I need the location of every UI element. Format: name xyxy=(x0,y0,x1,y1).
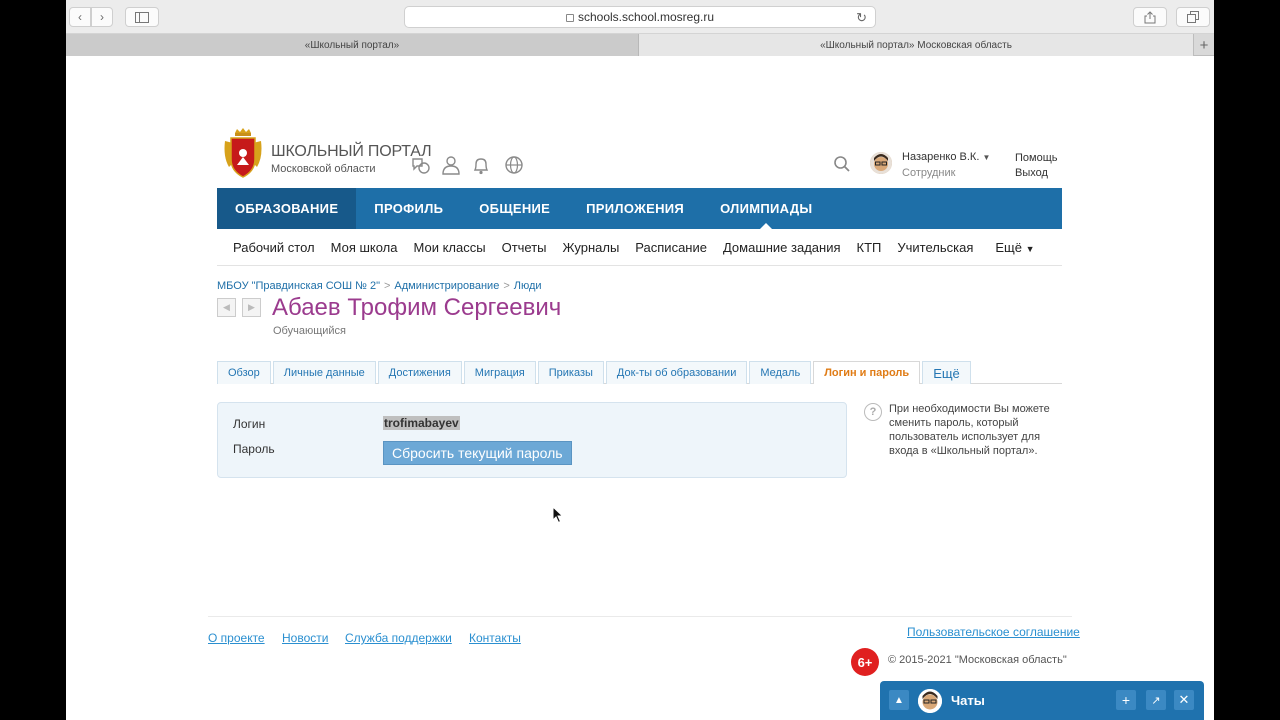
brand-subtitle: Московской области xyxy=(271,163,376,175)
breadcrumb-admin[interactable]: Администрирование xyxy=(394,280,499,292)
url-text: schools.school.mosreg.ru xyxy=(577,10,715,24)
person-icon[interactable] xyxy=(440,154,462,176)
page-title: Абаев Трофим Сергеевич xyxy=(272,294,562,321)
brand-title[interactable]: ШКОЛЬНЫЙ ПОРТАЛ xyxy=(271,143,432,161)
arrow-left-icon: ◀ xyxy=(223,302,230,312)
subnav-more-dropdown[interactable]: Ещё ▼ xyxy=(995,240,1034,255)
chat-title: Чаты xyxy=(951,693,985,708)
logout-link[interactable]: Выход xyxy=(1015,167,1048,179)
browser-tab-active[interactable]: «Школьный портал» Московская область xyxy=(639,34,1193,56)
person-role: Обучающийся xyxy=(273,325,347,337)
user-role: Сотрудник xyxy=(902,167,956,179)
nav-communication[interactable]: ОБЩЕНИЕ xyxy=(461,188,568,229)
sidebar-icon xyxy=(135,11,149,23)
breadcrumb-separator: > xyxy=(383,280,391,292)
subnav-my-classes[interactable]: Мои классы xyxy=(414,240,486,255)
arrow-right-icon: ▶ xyxy=(248,302,255,312)
profile-tabs: Обзор Личные данные Достижения Миграция … xyxy=(217,361,1062,384)
help-hint: При необходимости Вы можете сменить паро… xyxy=(889,403,1050,457)
chevron-down-icon: ▼ xyxy=(982,153,991,162)
forward-button[interactable]: › xyxy=(91,7,113,27)
sub-nav: Рабочий стол Моя школа Мои классы Отчеты… xyxy=(217,229,1062,266)
footer-link-agreement[interactable]: Пользовательское соглашение xyxy=(907,625,1080,639)
share-icon xyxy=(1144,10,1156,23)
tab-medal[interactable]: Медаль xyxy=(749,361,812,384)
password-label: Пароль xyxy=(233,442,275,456)
browser-toolbar: ‹ › schools.school.mosreg.ru ↻ xyxy=(66,0,1214,34)
browser-window: ‹ › schools.school.mosreg.ru ↻ «Школьный… xyxy=(66,0,1214,720)
reload-icon[interactable]: ↻ xyxy=(856,10,867,26)
nav-olympiads[interactable]: ОЛИМПИАДЫ xyxy=(702,188,830,229)
browser-tabs: «Школьный портал» «Школьный портал» Моск… xyxy=(66,34,1214,56)
share-button[interactable] xyxy=(1133,7,1167,27)
back-button[interactable]: ‹ xyxy=(69,7,91,27)
user-name: Назаренко В.К. xyxy=(902,151,980,163)
login-password-panel: Логин trofimabayev Пароль Сбросить текущ… xyxy=(217,402,847,478)
chat-bubbles-icon[interactable] xyxy=(410,154,432,176)
subnav-schedule[interactable]: Расписание xyxy=(635,240,707,255)
bell-icon[interactable] xyxy=(470,154,492,176)
tab-orders[interactable]: Приказы xyxy=(537,361,604,384)
address-bar[interactable]: schools.school.mosreg.ru ↻ xyxy=(404,6,876,28)
tab-achievements[interactable]: Достижения xyxy=(377,361,462,384)
help-link[interactable]: Помощь xyxy=(1015,152,1058,164)
close-icon[interactable]: ✕ xyxy=(1174,690,1194,710)
subnav-reports[interactable]: Отчеты xyxy=(502,240,547,255)
login-label: Логин xyxy=(233,417,266,431)
sidebar-toggle-button[interactable] xyxy=(125,7,159,27)
tabs-icon xyxy=(1187,11,1199,23)
mouse-cursor-icon xyxy=(552,506,564,524)
subnav-my-school[interactable]: Моя школа xyxy=(331,240,398,255)
subnav-homework[interactable]: Домашние задания xyxy=(723,240,841,255)
moscow-region-emblem-logo[interactable] xyxy=(223,127,263,179)
new-tab-icon[interactable]: + xyxy=(1193,34,1214,56)
previous-person-button[interactable]: ◀ xyxy=(217,298,236,317)
tabs-overview-button[interactable] xyxy=(1176,7,1210,27)
browser-tab[interactable]: «Школьный портал» xyxy=(66,34,639,56)
breadcrumb-separator: > xyxy=(503,280,510,292)
footer-link-news[interactable]: Новости xyxy=(282,631,328,645)
footer-link-support[interactable]: Служба поддержки xyxy=(345,631,452,645)
globe-icon[interactable] xyxy=(503,154,525,176)
tab-more[interactable]: Ещё xyxy=(922,361,971,384)
plus-icon[interactable]: + xyxy=(1116,690,1136,710)
footer-link-about[interactable]: О проекте xyxy=(208,631,265,645)
subnav-journals[interactable]: Журналы xyxy=(563,240,620,255)
tab-overview[interactable]: Обзор xyxy=(217,361,271,384)
nav-apps[interactable]: ПРИЛОЖЕНИЯ xyxy=(568,188,702,229)
footer-divider xyxy=(208,616,1072,617)
breadcrumb-school[interactable]: МБОУ "Правдинская СОШ № 2" xyxy=(217,280,380,292)
user-name-dropdown[interactable]: Назаренко В.К. ▼ xyxy=(902,151,990,163)
footer-link-contacts[interactable]: Контакты xyxy=(469,631,521,645)
question-icon: ? xyxy=(864,403,882,421)
subnav-ktp[interactable]: КТП xyxy=(857,240,882,255)
breadcrumb-people[interactable]: Люди xyxy=(514,280,542,292)
caret-down-icon: ▼ xyxy=(1025,243,1035,254)
tab-login-password[interactable]: Логин и пароль xyxy=(813,361,921,384)
login-value[interactable]: trofimabayev xyxy=(383,416,460,430)
main-nav: ОБРАЗОВАНИЕ ПРОФИЛЬ ОБЩЕНИЕ ПРИЛОЖЕНИЯ О… xyxy=(217,188,1062,229)
reset-password-button[interactable]: Сбросить текущий пароль xyxy=(383,441,572,465)
user-avatar[interactable] xyxy=(870,152,892,174)
chat-widget[interactable]: ▲ Чаты + ↗ ✕ xyxy=(880,681,1204,720)
breadcrumb: МБОУ "Правдинская СОШ № 2" > Администриров… xyxy=(217,280,542,292)
subnav-desktop[interactable]: Рабочий стол xyxy=(233,240,315,255)
tab-migration[interactable]: Миграция xyxy=(463,361,536,384)
nav-profile[interactable]: ПРОФИЛЬ xyxy=(356,188,461,229)
external-link-icon[interactable]: ↗ xyxy=(1146,690,1166,710)
lock-icon xyxy=(565,14,574,22)
next-person-button[interactable]: ▶ xyxy=(242,298,261,317)
subnav-more-label: Ещё xyxy=(995,239,1022,255)
age-rating-badge: 6+ xyxy=(851,648,879,676)
search-icon[interactable] xyxy=(832,154,852,174)
subnav-teachers-room[interactable]: Учительская xyxy=(897,240,973,255)
copyright: © 2015-2021 "Московская область" xyxy=(888,654,1067,666)
nav-education[interactable]: ОБРАЗОВАНИЕ xyxy=(217,188,357,229)
tab-personal-data[interactable]: Личные данные xyxy=(272,361,376,384)
chat-avatar xyxy=(918,689,942,713)
chevron-up-icon[interactable]: ▲ xyxy=(889,690,909,710)
tab-education-documents[interactable]: Док-ты об образовании xyxy=(605,361,748,384)
